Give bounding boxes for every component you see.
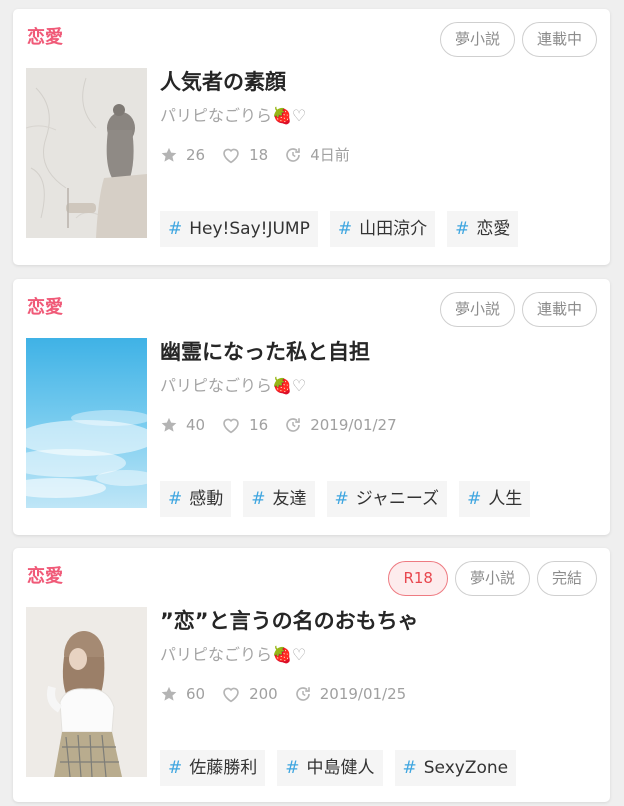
tag-chip[interactable]: # ジャニーズ: [326, 481, 448, 517]
heart-icon: [223, 687, 239, 703]
star-count-value: 60: [186, 685, 206, 703]
tag-label: 中島健人: [306, 758, 375, 778]
badge-group: 夢小説 連載中: [439, 292, 597, 327]
star-count: 26: [160, 145, 205, 165]
story-stats: 26 18 4日前: [160, 145, 366, 165]
status-badge: 連載中: [521, 22, 597, 57]
author-name[interactable]: パリピなごりら🍓♡: [160, 644, 306, 666]
update-icon: [286, 418, 301, 432]
tag-label: 恋愛: [476, 219, 511, 239]
tag-chip[interactable]: # 山田涼介: [329, 211, 436, 247]
story-stats: 60 200 2019/01/25: [160, 684, 422, 704]
tag-chip[interactable]: # 友達: [243, 481, 315, 517]
star-count: 40: [160, 415, 205, 435]
tag-label: 友達: [272, 489, 307, 509]
tag-label: ジャニーズ: [355, 489, 440, 509]
genre-label: 恋愛: [27, 566, 63, 587]
story-title[interactable]: 幽霊になった私と自担: [160, 337, 370, 367]
tag-chip[interactable]: # 恋愛: [447, 211, 519, 247]
genre-label: 恋愛: [27, 27, 63, 48]
tag-list: # Hey!Say!JUMP # 山田涼介 # 恋愛: [160, 211, 519, 247]
r18-badge: R18: [388, 561, 448, 596]
heart-icon: [223, 418, 239, 434]
cover-image[interactable]: [26, 607, 147, 777]
updated-date: 4日前: [284, 145, 350, 165]
tag-chip[interactable]: # Hey!Say!JUMP: [160, 211, 318, 247]
tag-list: # 佐藤勝利 # 中島健人 # SexyZone: [160, 750, 517, 786]
type-badge: 夢小説: [454, 561, 530, 596]
updated-value: 2019/01/25: [319, 685, 407, 703]
author-name[interactable]: パリピなごりら🍓♡: [160, 375, 306, 397]
badge-group: 夢小説 連載中: [439, 22, 597, 57]
tag-label: 感動: [189, 489, 224, 509]
star-count-value: 26: [186, 146, 206, 164]
tag-chip[interactable]: # 佐藤勝利: [160, 750, 266, 786]
type-badge: 夢小説: [439, 22, 515, 57]
story-stats: 40 16 2019/01/27: [160, 415, 413, 435]
like-count-value: 16: [249, 416, 269, 434]
update-icon: [295, 687, 310, 701]
status-badge: 連載中: [521, 292, 597, 327]
like-count: 16: [221, 415, 268, 435]
status-badge: 完結: [536, 561, 597, 596]
star-count-value: 40: [186, 416, 206, 434]
heart-icon: [223, 148, 239, 164]
like-count-value: 200: [249, 685, 278, 703]
updated-date: 2019/01/27: [284, 415, 397, 435]
star-icon: [161, 686, 177, 701]
story-card[interactable]: 恋愛 夢小説 連載中 人気者の素顔 パリピなごりら🍓♡ 26 18 4日前 # …: [13, 9, 610, 265]
tag-chip[interactable]: # 感動: [160, 481, 232, 517]
updated-value: 2019/01/27: [310, 416, 397, 434]
star-icon: [161, 147, 177, 162]
badge-group: R18 夢小説 完結: [388, 561, 597, 596]
tag-list: # 感動 # 友達 # ジャニーズ # 人生: [160, 481, 531, 517]
like-count: 18: [221, 145, 268, 165]
star-icon: [161, 417, 177, 432]
tag-label: Hey!Say!JUMP: [189, 219, 310, 239]
cover-image[interactable]: [26, 338, 147, 508]
updated-date: 2019/01/25: [294, 684, 406, 704]
tag-chip[interactable]: # SexyZone: [394, 750, 517, 786]
updated-value: 4日前: [310, 146, 350, 164]
update-icon: [286, 148, 301, 162]
star-count: 60: [160, 684, 205, 704]
tag-label: 人生: [488, 489, 523, 509]
like-count: 200: [221, 684, 278, 704]
cover-image[interactable]: [26, 68, 147, 238]
story-card[interactable]: 恋愛 夢小説 連載中 幽霊になった私と自担 パリピなごりら🍓♡ 40 16 20…: [13, 279, 610, 535]
genre-label: 恋愛: [27, 297, 63, 318]
tag-chip[interactable]: # 人生: [459, 481, 531, 517]
tag-chip[interactable]: # 中島健人: [277, 750, 383, 786]
tag-label: 佐藤勝利: [189, 758, 258, 778]
tag-label: SexyZone: [423, 758, 509, 778]
tag-label: 山田涼介: [359, 219, 428, 239]
story-title[interactable]: 人気者の素顔: [160, 67, 286, 97]
like-count-value: 18: [249, 146, 269, 164]
story-title[interactable]: ”恋”と言うの名のおもちゃ: [160, 606, 419, 636]
author-name[interactable]: パリピなごりら🍓♡: [160, 105, 306, 127]
type-badge: 夢小説: [439, 292, 515, 327]
story-card[interactable]: 恋愛 R18 夢小説 完結 ”恋”と言うの名のおもちゃ パリピなごりら🍓♡ 60…: [13, 548, 610, 802]
